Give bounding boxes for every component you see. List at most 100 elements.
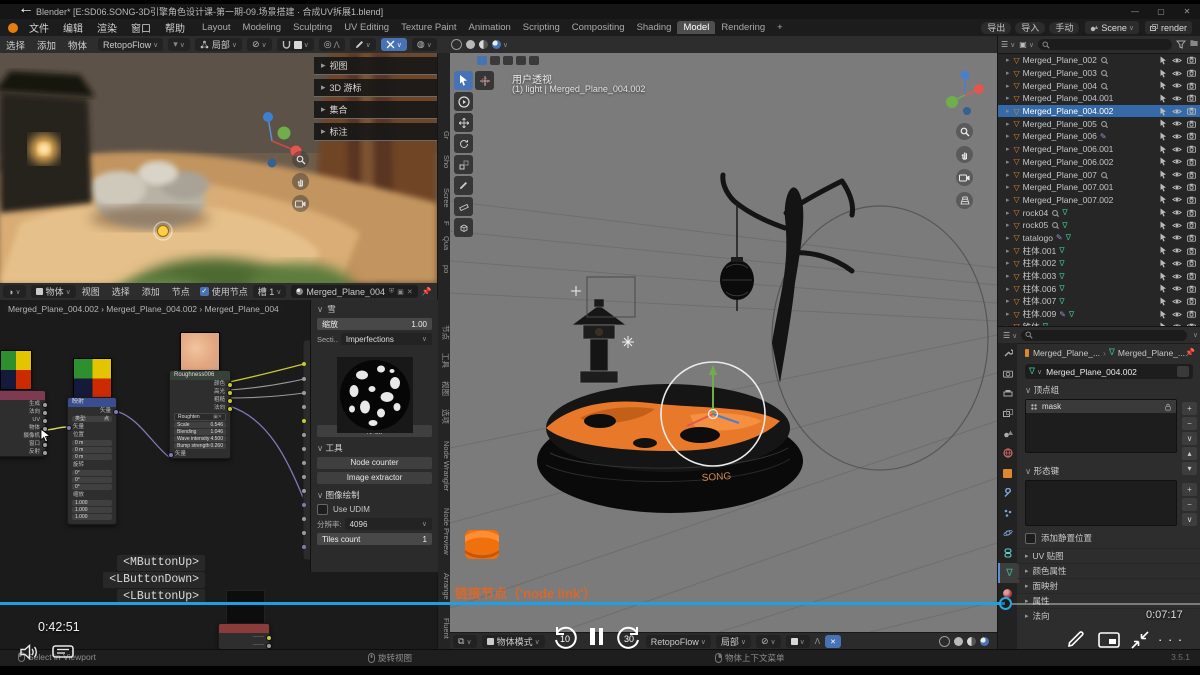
mode-dropdown[interactable]: 物体模式∨: [482, 635, 545, 648]
expand-icon[interactable]: ▸: [1006, 247, 1010, 255]
tab-output[interactable]: [998, 383, 1017, 403]
vertex-group-specials-button[interactable]: ∨: [1182, 432, 1197, 445]
outliner-item[interactable]: ▸ ▽ Merged_Plane_005 ✎ ∇: [998, 117, 1200, 130]
workspace-tab[interactable]: Rendering: [715, 21, 771, 34]
expand-icon[interactable]: ▸: [1006, 310, 1010, 318]
panel-section-annotations[interactable]: ▸标注: [314, 123, 437, 141]
datablock-name-field[interactable]: ∇∨ Merged_Plane_004.002: [1025, 364, 1193, 379]
select-tweak-tool[interactable]: [454, 71, 473, 90]
mapping-value-field[interactable]: 1.000: [72, 500, 112, 506]
footer-pivot-dropdown[interactable]: ⊘∨: [756, 635, 781, 648]
render-camera-icon[interactable]: [1187, 82, 1196, 90]
selectable-cursor-icon[interactable]: [1160, 157, 1167, 166]
use-nodes-checkbox[interactable]: ✓ 使用节点: [200, 285, 248, 298]
footer-snap-dropdown[interactable]: ∨: [786, 635, 810, 648]
footer-retopoflow-menu[interactable]: RetopoFlow∨: [646, 635, 711, 648]
mapping-node[interactable]: 映射 矢量 类型:点 矢量 位置 0 m 0 m 0 m 旋转 0° 0° 0°…: [67, 397, 117, 525]
annotate-dropdown[interactable]: ∨: [350, 38, 376, 51]
mapping-value-field[interactable]: 0°: [72, 470, 112, 476]
shading-wireframe-button[interactable]: [451, 39, 462, 50]
render-camera-icon[interactable]: [1187, 132, 1196, 140]
workspace-tab[interactable]: Texture Paint: [395, 21, 462, 34]
node-output-socket[interactable]: 窗口: [0, 440, 45, 448]
selectable-cursor-icon[interactable]: [1160, 107, 1167, 116]
expand-icon[interactable]: ▸: [1006, 183, 1010, 191]
outliner-item[interactable]: ▸ ▽ Merged_Plane_006 ✎ ∇: [998, 130, 1200, 143]
render-camera-icon[interactable]: [1187, 158, 1196, 166]
select-mode-icon[interactable]: [503, 56, 513, 65]
expand-icon[interactable]: ▸: [1006, 107, 1010, 115]
overlays-dropdown[interactable]: ◍∨: [412, 38, 437, 51]
tool-fallback-dropdown[interactable]: ▾∨: [168, 38, 190, 51]
outliner-display-mode-icon[interactable]: ☰∨: [1001, 40, 1015, 49]
camera-gizmo-button[interactable]: [292, 195, 309, 212]
eye-icon[interactable]: [1172, 184, 1182, 191]
shader-type-dropdown[interactable]: ◑∨: [3, 285, 26, 298]
shader-menu-item[interactable]: 视图: [76, 285, 106, 298]
outliner-item[interactable]: ▸ ▽ Merged_Plane_003 ✎ ∇: [998, 67, 1200, 80]
selectable-cursor-icon[interactable]: [1160, 145, 1167, 154]
render-camera-icon[interactable]: [1187, 107, 1196, 115]
eye-icon[interactable]: [1172, 298, 1182, 305]
eye-icon[interactable]: [1172, 171, 1182, 178]
danmaku-icon[interactable]: [52, 645, 74, 660]
viewport-menu-item[interactable]: 物体: [62, 38, 93, 52]
mapping-value-field[interactable]: 0°: [72, 484, 112, 490]
editor-type-dropdown[interactable]: ⧉∨: [453, 635, 477, 648]
select-mode-icon[interactable]: [516, 56, 526, 65]
tab-scene[interactable]: [998, 423, 1017, 443]
selectable-cursor-icon[interactable]: [1160, 69, 1167, 78]
zoom-gizmo-button[interactable]: [292, 151, 309, 168]
udim-checkbox[interactable]: Use UDIM: [317, 504, 432, 515]
quick-action-button[interactable]: 导出: [981, 22, 1011, 34]
render-camera-icon[interactable]: [1187, 259, 1196, 267]
node-output-socket[interactable]: 粗糙: [170, 396, 230, 404]
expand-icon[interactable]: ▸: [1006, 171, 1010, 179]
shader-menu-item[interactable]: 添加: [136, 285, 166, 298]
shading-material-button[interactable]: [967, 637, 976, 646]
player-back-button[interactable]: ←: [18, 0, 34, 18]
footer-orientation-dropdown[interactable]: 局部∨: [716, 635, 751, 648]
new-material-icon[interactable]: ▣: [397, 288, 404, 296]
tab-constraints[interactable]: [998, 543, 1017, 563]
outliner-item[interactable]: ▸ ▽ Merged_Plane_002 ✎ ∇: [998, 54, 1200, 67]
panel-section-3d-cursor[interactable]: ▸3D 游标: [314, 79, 437, 97]
node-output-socket[interactable]: 矢量: [68, 407, 116, 415]
properties-collapsed-section[interactable]: ▸UV 贴图: [1017, 548, 1200, 563]
eye-icon[interactable]: [1172, 108, 1182, 115]
render-camera-icon[interactable]: [1187, 56, 1196, 64]
select-mode-icon[interactable]: [529, 56, 539, 65]
move-tool[interactable]: [454, 113, 473, 132]
app-menu-item[interactable]: 窗口: [124, 20, 158, 35]
lock-icon[interactable]: [1164, 403, 1172, 411]
mapping-value-field[interactable]: 0 m: [72, 440, 112, 446]
axis-navigation-gizmo[interactable]: [945, 67, 985, 115]
selectable-cursor-icon[interactable]: [1160, 132, 1167, 141]
scene-selector[interactable]: Scene ∨: [1085, 21, 1139, 34]
outliner-item[interactable]: ▸ ▽ rock05 ✎ ∇: [998, 219, 1200, 232]
workspace-tab[interactable]: UV Editing: [338, 21, 395, 34]
remove-vertex-group-button[interactable]: −: [1182, 417, 1197, 430]
render-camera-icon[interactable]: [1187, 171, 1196, 179]
shading-solid-button[interactable]: [954, 637, 963, 646]
eye-icon[interactable]: [1172, 196, 1182, 203]
workspace-tab[interactable]: Layout: [196, 21, 237, 34]
node-param-slider[interactable]: Blending1.046: [174, 429, 226, 435]
render-camera-icon[interactable]: [1187, 94, 1196, 102]
roughness-subgroup-selector[interactable]: Roughten▣✕: [174, 413, 226, 421]
texture-coordinate-node[interactable]: 生成法向UV物体摄像机窗口反射: [0, 390, 46, 457]
selectable-cursor-icon[interactable]: [1160, 246, 1167, 255]
app-menu-item[interactable]: 编辑: [56, 20, 90, 35]
footer-proportional-icon[interactable]: Λ: [815, 637, 820, 646]
shape-key-specials-button[interactable]: ∨: [1182, 513, 1197, 526]
viewport-menu-item[interactable]: 添加: [31, 38, 62, 52]
quick-action-button[interactable]: 手动: [1049, 22, 1079, 34]
outliner-item[interactable]: ▸ ▽ 柱体.009 ✎ ∇: [998, 308, 1200, 321]
properties-collapsed-section[interactable]: ▸颜色属性: [1017, 563, 1200, 578]
node-input-socket[interactable]: 矢量: [68, 423, 116, 431]
pin-icon[interactable]: 📌: [1185, 348, 1195, 357]
expand-icon[interactable]: ▸: [1006, 56, 1010, 64]
render-camera-icon[interactable]: [1187, 196, 1196, 204]
outliner-item[interactable]: ▸ ▽ tatalogo ✎ ∇: [998, 232, 1200, 245]
expand-icon[interactable]: ▸: [1006, 234, 1010, 242]
